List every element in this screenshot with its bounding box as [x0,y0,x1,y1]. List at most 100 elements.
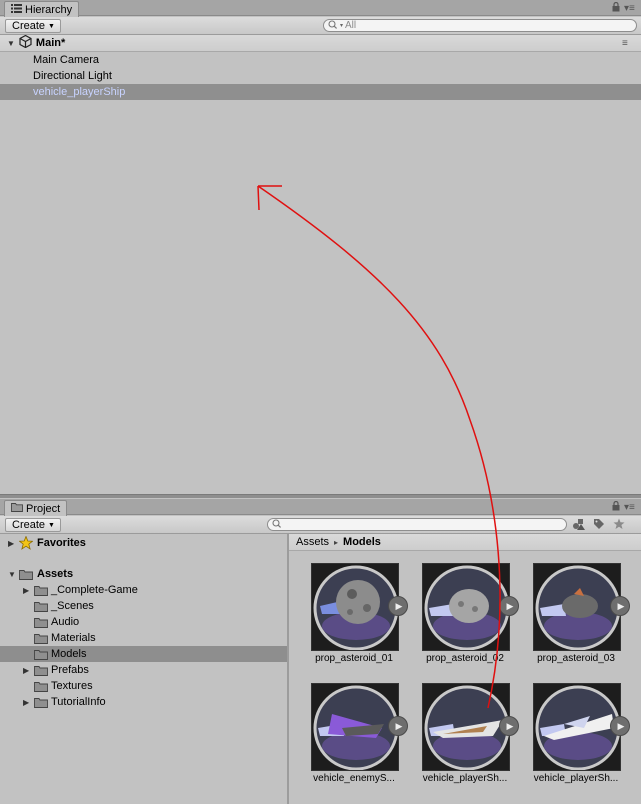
asset-preview-asteroid [422,563,510,651]
hierarchy-item-label: Directional Light [33,70,112,82]
expand-triangle-icon[interactable]: ▼ [7,39,15,48]
tree-item-label: _Complete-Game [51,584,138,596]
chevron-down-icon: ▼ [48,22,55,30]
panel-divider[interactable] [0,494,641,498]
expand-triangle-icon[interactable]: ▶ [23,698,29,707]
project-tabbar: Project ▾≡ [0,499,641,516]
tree-item-models[interactable]: Models [0,646,287,662]
asset-preview-asteroid [533,563,621,651]
create-label: Create [12,519,46,531]
folder-icon [34,649,48,660]
panel-menu-icon[interactable]: ▾≡ [624,3,635,14]
asset-label: vehicle_playerSh... [422,773,508,784]
asset-label: prop_asteroid_02 [426,653,504,664]
hierarchy-search[interactable]: ▾ [323,19,637,32]
asset-tile[interactable]: ▶ prop_asteroid_01 [290,563,408,673]
tree-item-label: TutorialInfo [51,696,106,708]
lock-icon[interactable] [612,500,620,514]
play-icon[interactable]: ▶ [610,596,630,616]
tree-item-favorites[interactable]: ▶ Favorites [0,535,287,551]
folder-icon [34,665,48,676]
filter-by-label-icon[interactable] [593,518,605,533]
project-search[interactable] [267,518,567,531]
lock-icon[interactable] [612,1,620,15]
tab-hierarchy[interactable]: Hierarchy [4,1,80,17]
search-icon [328,19,338,32]
scene-menu-icon[interactable]: ≡ [622,38,628,49]
tab-project[interactable]: Project [4,500,68,516]
scene-header[interactable]: ▼ Main* ≡ [0,34,641,52]
tree-item-label: Favorites [37,537,86,549]
asset-tile[interactable]: ▶ prop_asteroid_02 [401,563,519,673]
hierarchy-toolbar: Create ▼ ▾ [0,17,641,35]
folder-icon [34,617,48,628]
tree-item-label: Materials [51,632,96,644]
hierarchy-item-directional-light[interactable]: Directional Light [0,68,641,84]
asset-tile[interactable]: ▶ vehicle_playerSh... [401,683,519,793]
breadcrumb-separator-icon: ▸ [334,537,339,547]
folder-icon [34,697,48,708]
tree-item-scenes[interactable]: _Scenes [0,598,287,614]
tree-item-tutorialinfo[interactable]: ▶ TutorialInfo [0,694,287,710]
hierarchy-item-label: vehicle_playerShip [33,86,126,98]
folder-icon [11,502,23,515]
hierarchy-create-button[interactable]: Create ▼ [5,19,61,33]
favorite-star-icon[interactable] [613,518,625,533]
project-folder-tree: ▶ Favorites ▼ Assets ▶ _Complete-Game _S… [0,534,287,804]
breadcrumb-assets[interactable]: Assets [296,536,329,548]
tree-item-label: Models [51,648,87,660]
folder-icon [34,633,48,644]
folder-icon [34,601,48,612]
expand-triangle-icon[interactable]: ▼ [8,570,16,579]
search-filter-icon[interactable]: ▾ [340,23,343,29]
asset-label: prop_asteroid_03 [537,653,615,664]
create-label: Create [12,20,46,32]
chevron-down-icon: ▼ [48,521,55,529]
tree-item-complete-game[interactable]: ▶ _Complete-Game [0,582,287,598]
tree-item-label: Prefabs [51,664,89,676]
folder-icon [19,569,33,580]
tab-hierarchy-label: Hierarchy [25,3,73,16]
tree-grid-splitter[interactable] [287,534,289,804]
tree-item-label: Audio [51,616,80,628]
asset-tile[interactable]: ▶ prop_asteroid_03 [512,563,630,673]
tab-project-label: Project [26,502,61,515]
hierarchy-search-input[interactable] [345,20,636,31]
panel-menu-icon[interactable]: ▾≡ [624,502,635,513]
asset-tile[interactable]: ▶ vehicle_playerSh... [512,683,630,793]
tree-item-label: _Scenes [51,600,94,612]
hierarchy-item-main-camera[interactable]: Main Camera [0,52,641,68]
asset-preview-ship [422,683,510,771]
tree-item-label: Textures [51,680,93,692]
asset-tile[interactable]: ▶ vehicle_enemyS... [290,683,408,793]
star-icon [18,535,34,553]
project-search-input[interactable] [284,519,566,530]
filter-by-type-icon[interactable] [572,518,585,533]
expand-triangle-icon[interactable]: ▶ [23,586,29,595]
hierarchy-tabbar: Hierarchy ▾≡ [0,0,641,17]
hierarchy-item-vehicle-playership[interactable]: vehicle_playerShip [0,84,641,100]
list-icon [11,3,22,16]
project-toolbar: Create ▼ [0,516,641,534]
expand-triangle-icon[interactable]: ▶ [23,666,29,675]
scene-name: Main* [35,37,66,49]
asset-label: vehicle_enemyS... [313,773,395,784]
breadcrumb-models[interactable]: Models [343,536,381,548]
tree-item-audio[interactable]: Audio [0,614,287,630]
tree-item-label: Assets [37,568,74,580]
unity-logo-icon [19,34,32,51]
search-icon [272,518,282,531]
asset-label: prop_asteroid_01 [315,653,393,664]
breadcrumb: Assets ▸ Models [289,534,641,551]
tree-item-assets[interactable]: ▼ Assets [0,566,287,582]
tree-item-materials[interactable]: Materials [0,630,287,646]
asset-preview-ship [311,683,399,771]
hierarchy-item-label: Main Camera [33,54,100,66]
asset-preview-asteroid [311,563,399,651]
play-icon[interactable]: ▶ [610,716,630,736]
tree-item-prefabs[interactable]: ▶ Prefabs [0,662,287,678]
asset-label: vehicle_playerSh... [533,773,619,784]
tree-item-textures[interactable]: Textures [0,678,287,694]
project-create-button[interactable]: Create ▼ [5,518,61,532]
expand-triangle-icon[interactable]: ▶ [8,539,14,548]
